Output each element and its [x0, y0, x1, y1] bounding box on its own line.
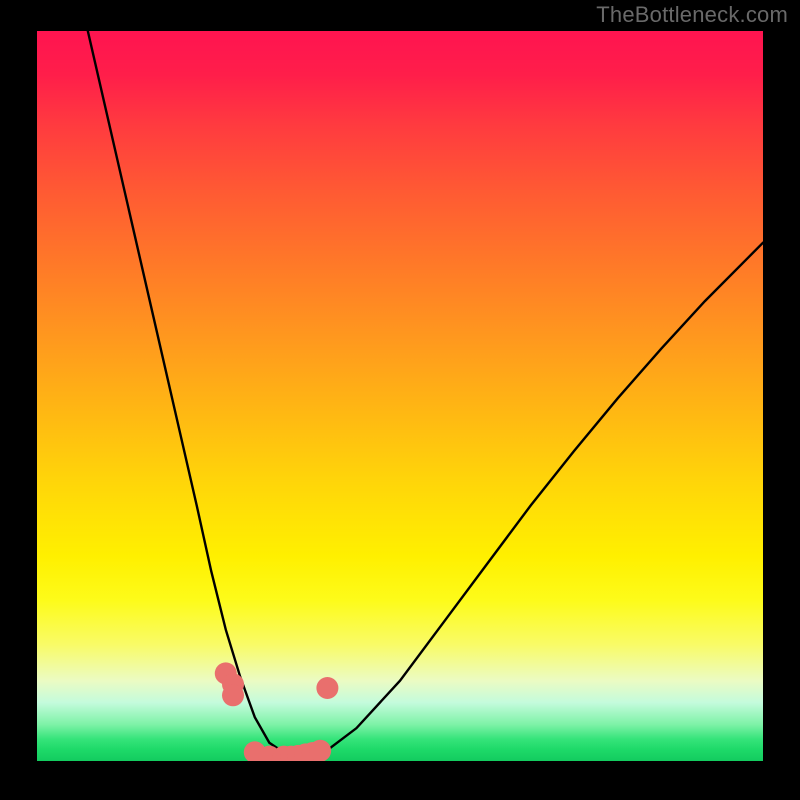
marker-dot	[222, 684, 244, 706]
marker-dot	[316, 677, 338, 699]
chart-frame: TheBottleneck.com	[0, 0, 800, 800]
bottleneck-curve	[88, 31, 763, 757]
watermark-text: TheBottleneck.com	[596, 2, 788, 28]
chart-svg	[37, 31, 763, 761]
marker-dot	[309, 740, 331, 761]
plot-area	[37, 31, 763, 761]
